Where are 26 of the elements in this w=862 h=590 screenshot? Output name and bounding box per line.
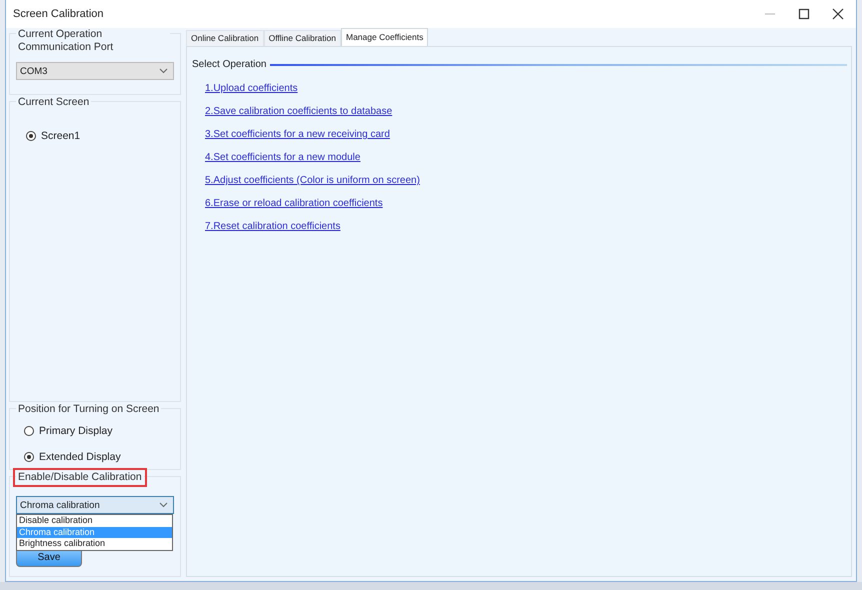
radio-button[interactable] (24, 426, 34, 436)
radio-label: Screen1 (41, 130, 80, 142)
operation-link[interactable]: 6.Erase or reload calibration coefficients (205, 187, 383, 210)
dropdown-option[interactable]: Brightness calibration (17, 538, 172, 550)
operation-link[interactable]: 4.Set coefficients for a new module (205, 141, 360, 164)
operation-link[interactable]: 3.Set coefficients for a new receiving card (205, 118, 390, 141)
section-label: Select Operation (192, 59, 266, 70)
radio-label: Extended Display (39, 451, 121, 463)
close-icon[interactable] (832, 8, 844, 20)
dropdown-option[interactable]: Disable calibration (17, 515, 172, 526)
radio-button[interactable] (26, 131, 36, 141)
operation-link[interactable]: 1.Upload coefficients (205, 70, 298, 95)
radio-button[interactable] (24, 452, 34, 462)
calibration-dropdown[interactable]: Chroma calibration (16, 496, 174, 514)
tab[interactable]: Online Calibration (186, 30, 264, 46)
window-title: Screen Calibration (13, 8, 104, 20)
operation-link[interactable]: 2.Save calibration coefficients to database (205, 95, 392, 118)
operation-link[interactable]: 7.Reset calibration coefficients (205, 210, 340, 233)
chevron-icon (159, 68, 168, 74)
operation-link[interactable]: 5.Adjust coefficients (Color is uniform on screen) (205, 164, 420, 187)
tab[interactable]: Offline Calibration (264, 30, 341, 46)
group-label: Position for Turning on Screen (16, 403, 162, 416)
maximize-icon[interactable] (798, 8, 810, 20)
chevron-icon (159, 502, 168, 508)
radio-label: Primary Display (39, 425, 113, 437)
tab[interactable]: Manage Coefficients (341, 28, 428, 46)
